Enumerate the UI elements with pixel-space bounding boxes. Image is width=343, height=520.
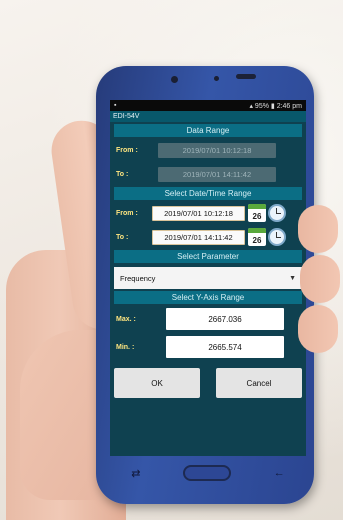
y-axis-max-label: Max. : (116, 315, 136, 323)
front-camera-icon (171, 76, 178, 83)
earpiece (236, 74, 256, 79)
finger (298, 205, 338, 253)
dialog-buttons: OK Cancel (114, 368, 302, 398)
back-icon[interactable]: ← (274, 467, 285, 479)
y-axis-min-input[interactable]: 2665.574 (166, 336, 284, 358)
data-range-to-label: To : (116, 170, 129, 178)
y-axis-min-label: Min. : (116, 343, 135, 351)
data-range-to-value: 2019/07/01 14:11:42 (158, 166, 276, 182)
datetime-from-label: From : (116, 209, 138, 217)
clock-icon[interactable] (268, 228, 286, 246)
app-screen: ▪ ▴ 95% ▮ 2:46 pm EDI-54V Data Range Fro… (110, 100, 306, 456)
data-range-from-row: From : 2019/07/01 10:12:18 (114, 139, 302, 161)
hardware-nav-bar: ⇄ ← (110, 458, 306, 488)
data-range-from-value: 2019/07/01 10:12:18 (158, 142, 276, 158)
sensor-icon (214, 76, 219, 81)
battery-level: 95% (254, 102, 269, 110)
datetime-from-row: From : 2019/07/01 10:12:18 26 (114, 202, 302, 224)
parameter-header: Select Parameter (114, 250, 302, 263)
clock-icon[interactable] (268, 204, 286, 222)
data-range-to-row: To : 2019/07/01 14:11:42 (114, 163, 302, 185)
y-axis-min-row: Min. : 2665.574 (114, 334, 302, 360)
y-axis-header: Select Y-Axis Range (114, 291, 302, 304)
data-range-from-label: From : (116, 146, 138, 154)
battery-icon: ▮ (270, 102, 275, 110)
y-axis-max-input[interactable]: 2667.036 (166, 308, 284, 330)
calendar-icon[interactable]: 26 (248, 228, 266, 246)
calendar-icon[interactable]: 26 (248, 204, 266, 222)
clock-time: 2:46 pm (276, 102, 302, 110)
ok-button[interactable]: OK (114, 368, 200, 398)
y-axis-max-row: Max. : 2667.036 (114, 306, 302, 332)
app-title: EDI-54V (110, 111, 306, 122)
data-range-header: Data Range (114, 124, 302, 137)
parameter-dropdown[interactable]: Frequency ▼ (114, 267, 302, 289)
finger (298, 305, 338, 353)
status-bar: ▪ ▴ 95% ▮ 2:46 pm (110, 100, 306, 111)
datetime-range-header: Select Date/Time Range (114, 187, 302, 200)
status-right: ▴ 95% ▮ 2:46 pm (249, 102, 302, 110)
finger (300, 255, 340, 303)
notification-icon: ▪ (114, 102, 117, 109)
datetime-from-input[interactable]: 2019/07/01 10:12:18 (152, 205, 245, 221)
parameter-selected: Frequency (120, 273, 156, 283)
home-button[interactable] (183, 465, 232, 481)
datetime-to-label: To : (116, 233, 129, 241)
recent-apps-icon[interactable]: ⇄ (131, 467, 140, 480)
dropdown-arrow-icon: ▼ (289, 274, 296, 282)
signal-icon: ▴ (249, 102, 253, 110)
cancel-button[interactable]: Cancel (216, 368, 302, 398)
datetime-to-input[interactable]: 2019/07/01 14:11:42 (152, 229, 245, 245)
datetime-to-row: To : 2019/07/01 14:11:42 26 (114, 226, 302, 248)
